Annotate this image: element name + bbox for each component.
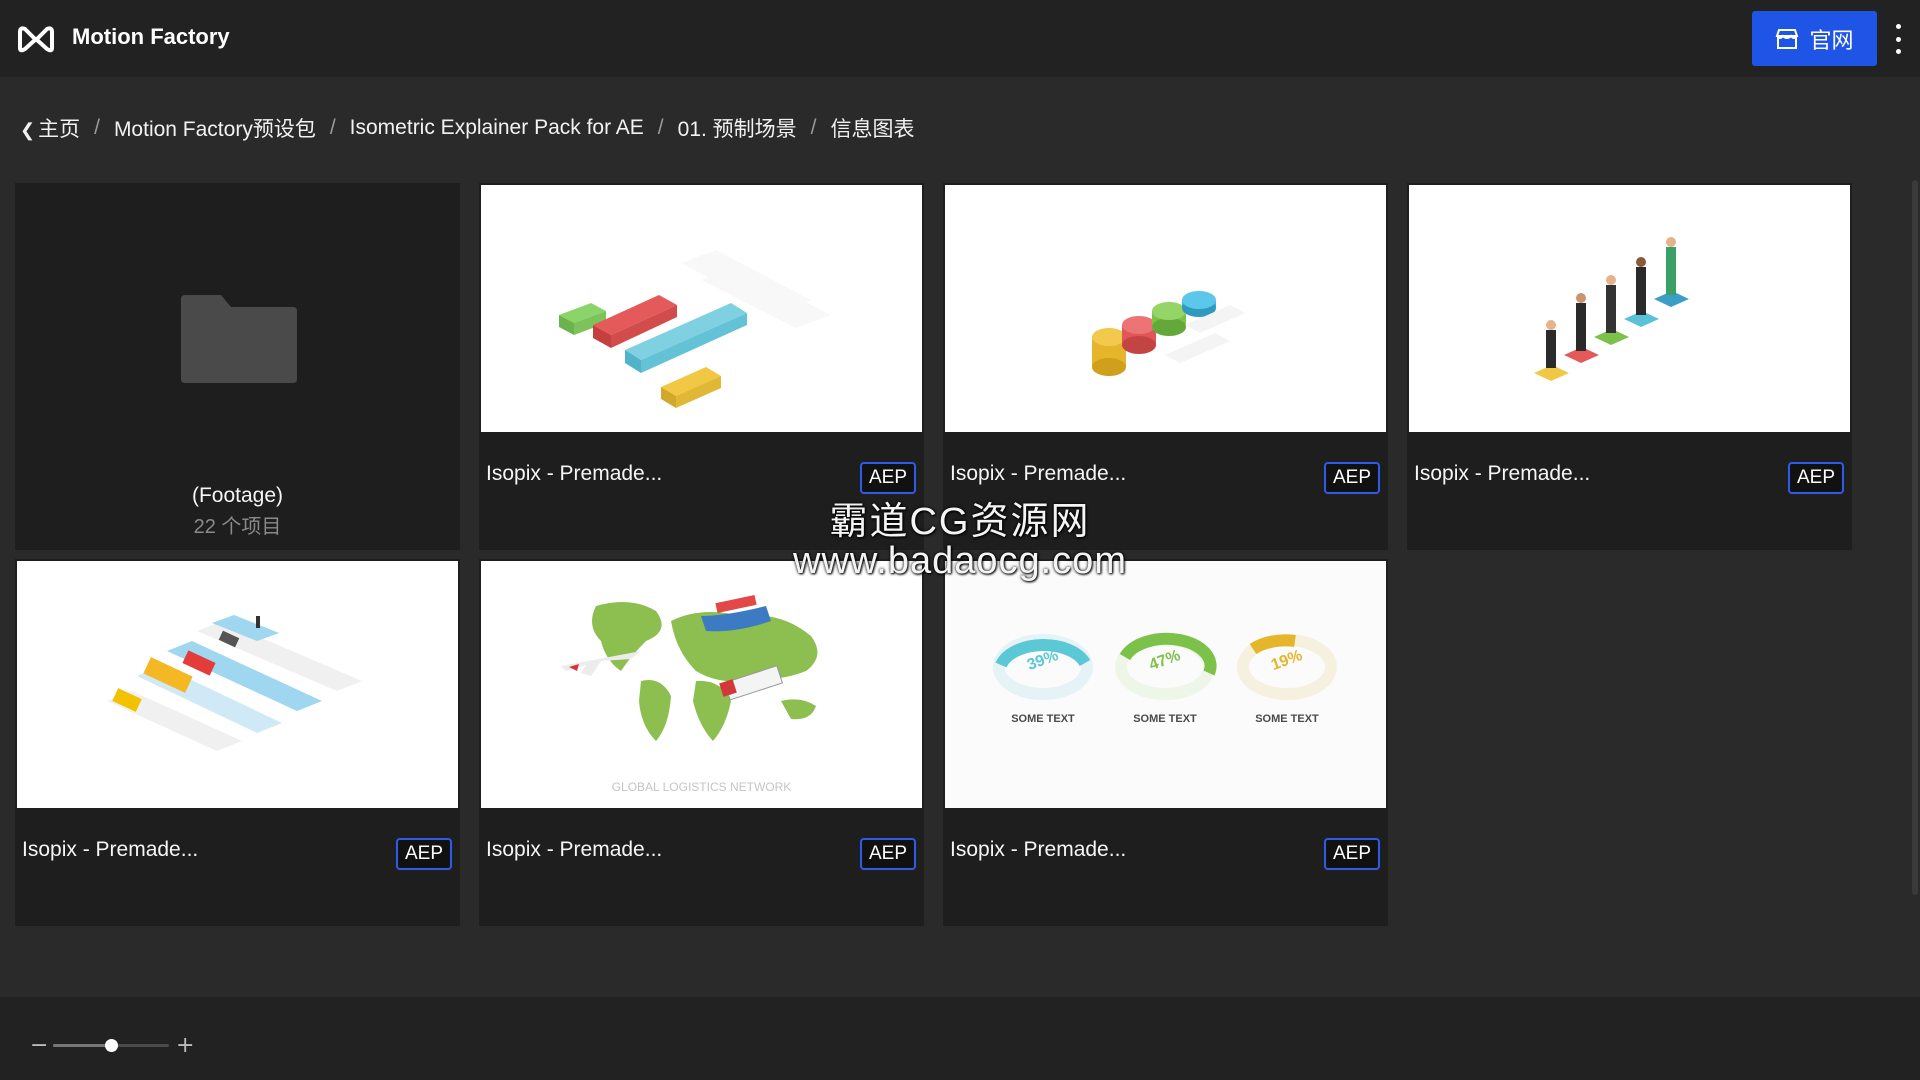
asset-card[interactable]: Isopix - Premade... AEP [943,183,1388,550]
asset-thumbnail [481,185,922,432]
donut-label: SOME TEXT [1255,713,1319,725]
asset-title: Isopix - Premade... [950,462,1127,485]
asset-card[interactable]: Isopix - Premade... AEP [1407,183,1852,550]
breadcrumb-home[interactable]: ❮ 主页 [20,113,80,143]
asset-card[interactable]: GLOBAL LOGISTICS NETWORK Isopix - Premad… [479,559,924,926]
vertical-scrollbar[interactable] [1912,180,1918,895]
breadcrumb-separator: / [329,116,336,139]
asset-card[interactable]: Isopix - Premade... AEP [479,183,924,550]
asset-thumbnail [945,185,1386,432]
breadcrumb: ❮ 主页 / Motion Factory预设包 / Isometric Expl… [20,113,915,143]
aep-badge: AEP [860,462,916,494]
zoom-in-button[interactable]: + [176,1033,194,1058]
folder-name: (Footage) [191,484,284,507]
aep-badge: AEP [1788,462,1844,494]
bottom-bar [0,997,1920,1080]
breadcrumb-item[interactable]: Motion Factory预设包 [114,113,316,143]
official-button-label: 官网 [1809,27,1854,53]
store-icon [1776,28,1799,49]
asset-thumbnail: GLOBAL LOGISTICS NETWORK [481,561,922,808]
asset-title: Isopix - Premade... [22,838,199,861]
app-title: Motion Factory [72,24,230,49]
zoom-slider-fill [53,1044,111,1047]
folder-card[interactable]: (Footage) 22 个项目 [15,183,460,550]
asset-title: Isopix - Premade... [1414,462,1591,485]
asset-title: Isopix - Premade... [950,838,1127,861]
aep-badge: AEP [860,838,916,870]
chevron-left-icon: ❮ [20,120,36,140]
top-bar: Motion Factory 官网 [0,0,1920,77]
breadcrumb-separator: / [657,116,664,139]
asset-title: Isopix - Premade... [486,462,663,485]
zoom-slider-handle[interactable] [105,1039,118,1052]
breadcrumb-item[interactable]: 01. 预制场景 [678,113,797,143]
aep-badge: AEP [1324,838,1380,870]
aep-badge: AEP [1324,462,1380,494]
asset-thumbnail [17,561,458,808]
asset-thumbnail: 39% 47% 19% SOME TEXT SOME TEXT SOME TEX… [945,561,1386,808]
official-site-button[interactable]: 官网 [1752,11,1877,66]
aep-badge: AEP [396,838,452,870]
asset-thumbnail [1409,185,1850,432]
breadcrumb-current[interactable]: 信息图表 [831,113,915,143]
folder-item-count: 22 个项目 [193,516,282,538]
donut-label: SOME TEXT [1133,713,1197,725]
breadcrumb-separator: / [94,116,100,139]
asset-title: Isopix - Premade... [486,838,663,861]
more-menu-icon[interactable] [1892,24,1904,54]
folder-icon [181,295,297,383]
asset-card[interactable]: 39% 47% 19% SOME TEXT SOME TEXT SOME TEX… [943,559,1388,926]
motion-factory-logo-icon [18,26,54,53]
breadcrumb-separator: / [810,116,817,139]
breadcrumb-item[interactable]: Isometric Explainer Pack for AE [350,116,644,140]
donut-label: SOME TEXT [1011,713,1075,725]
thumbnail-caption: GLOBAL LOGISTICS NETWORK [611,780,792,794]
zoom-out-button[interactable]: − [30,1033,48,1058]
asset-card[interactable]: Isopix - Premade... AEP [15,559,460,926]
